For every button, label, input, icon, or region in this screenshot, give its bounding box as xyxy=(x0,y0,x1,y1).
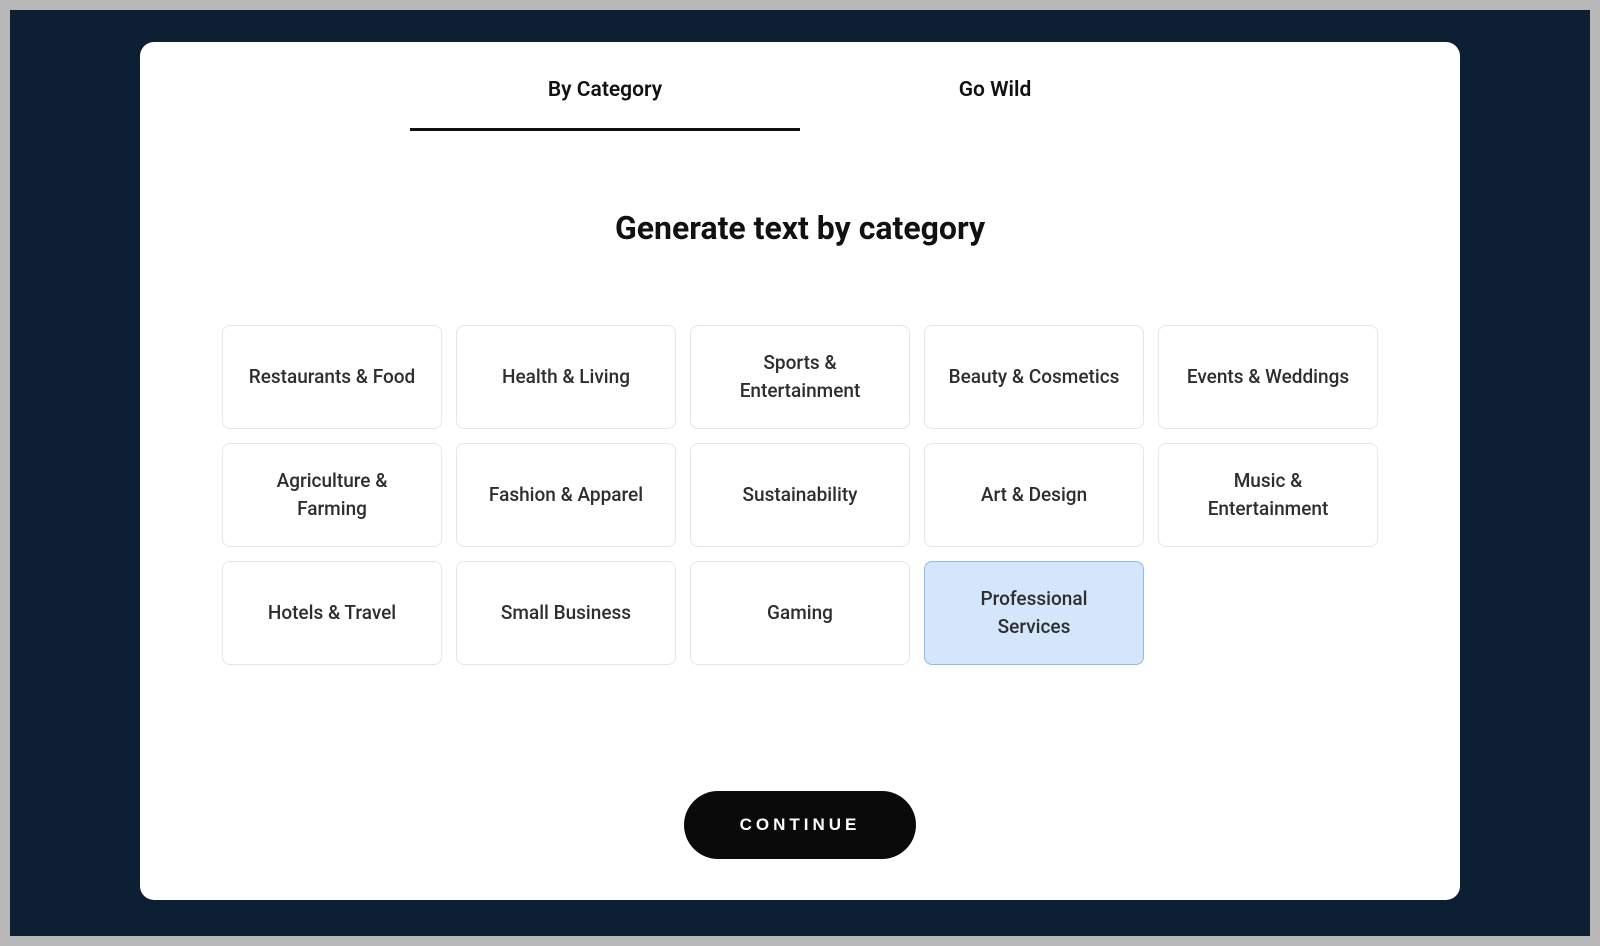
category-music-entertainment[interactable]: Music & Entertainment xyxy=(1158,443,1378,547)
category-restaurants-food[interactable]: Restaurants & Food xyxy=(222,325,442,429)
category-health-living[interactable]: Health & Living xyxy=(456,325,676,429)
category-small-business[interactable]: Small Business xyxy=(456,561,676,665)
category-hotels-travel[interactable]: Hotels & Travel xyxy=(222,561,442,665)
category-gaming[interactable]: Gaming xyxy=(690,561,910,665)
category-sports-entertainment[interactable]: Sports & Entertainment xyxy=(690,325,910,429)
category-art-design[interactable]: Art & Design xyxy=(924,443,1144,547)
mode-tabs: By Category Go Wild xyxy=(410,42,1190,131)
category-agriculture-farming[interactable]: Agriculture & Farming xyxy=(222,443,442,547)
category-beauty-cosmetics[interactable]: Beauty & Cosmetics xyxy=(924,325,1144,429)
category-fashion-apparel[interactable]: Fashion & Apparel xyxy=(456,443,676,547)
category-events-weddings[interactable]: Events & Weddings xyxy=(1158,325,1378,429)
category-professional-services[interactable]: Professional Services xyxy=(924,561,1144,665)
generator-modal: By Category Go Wild Generate text by cat… xyxy=(140,42,1460,900)
app-backdrop: By Category Go Wild Generate text by cat… xyxy=(10,10,1590,936)
page-title: Generate text by category xyxy=(615,209,985,247)
continue-button[interactable]: CONTINUE xyxy=(684,791,917,859)
category-grid: Restaurants & Food Health & Living Sport… xyxy=(222,325,1378,665)
tab-go-wild[interactable]: Go Wild xyxy=(800,78,1190,131)
tab-by-category[interactable]: By Category xyxy=(410,78,800,131)
category-sustainability[interactable]: Sustainability xyxy=(690,443,910,547)
